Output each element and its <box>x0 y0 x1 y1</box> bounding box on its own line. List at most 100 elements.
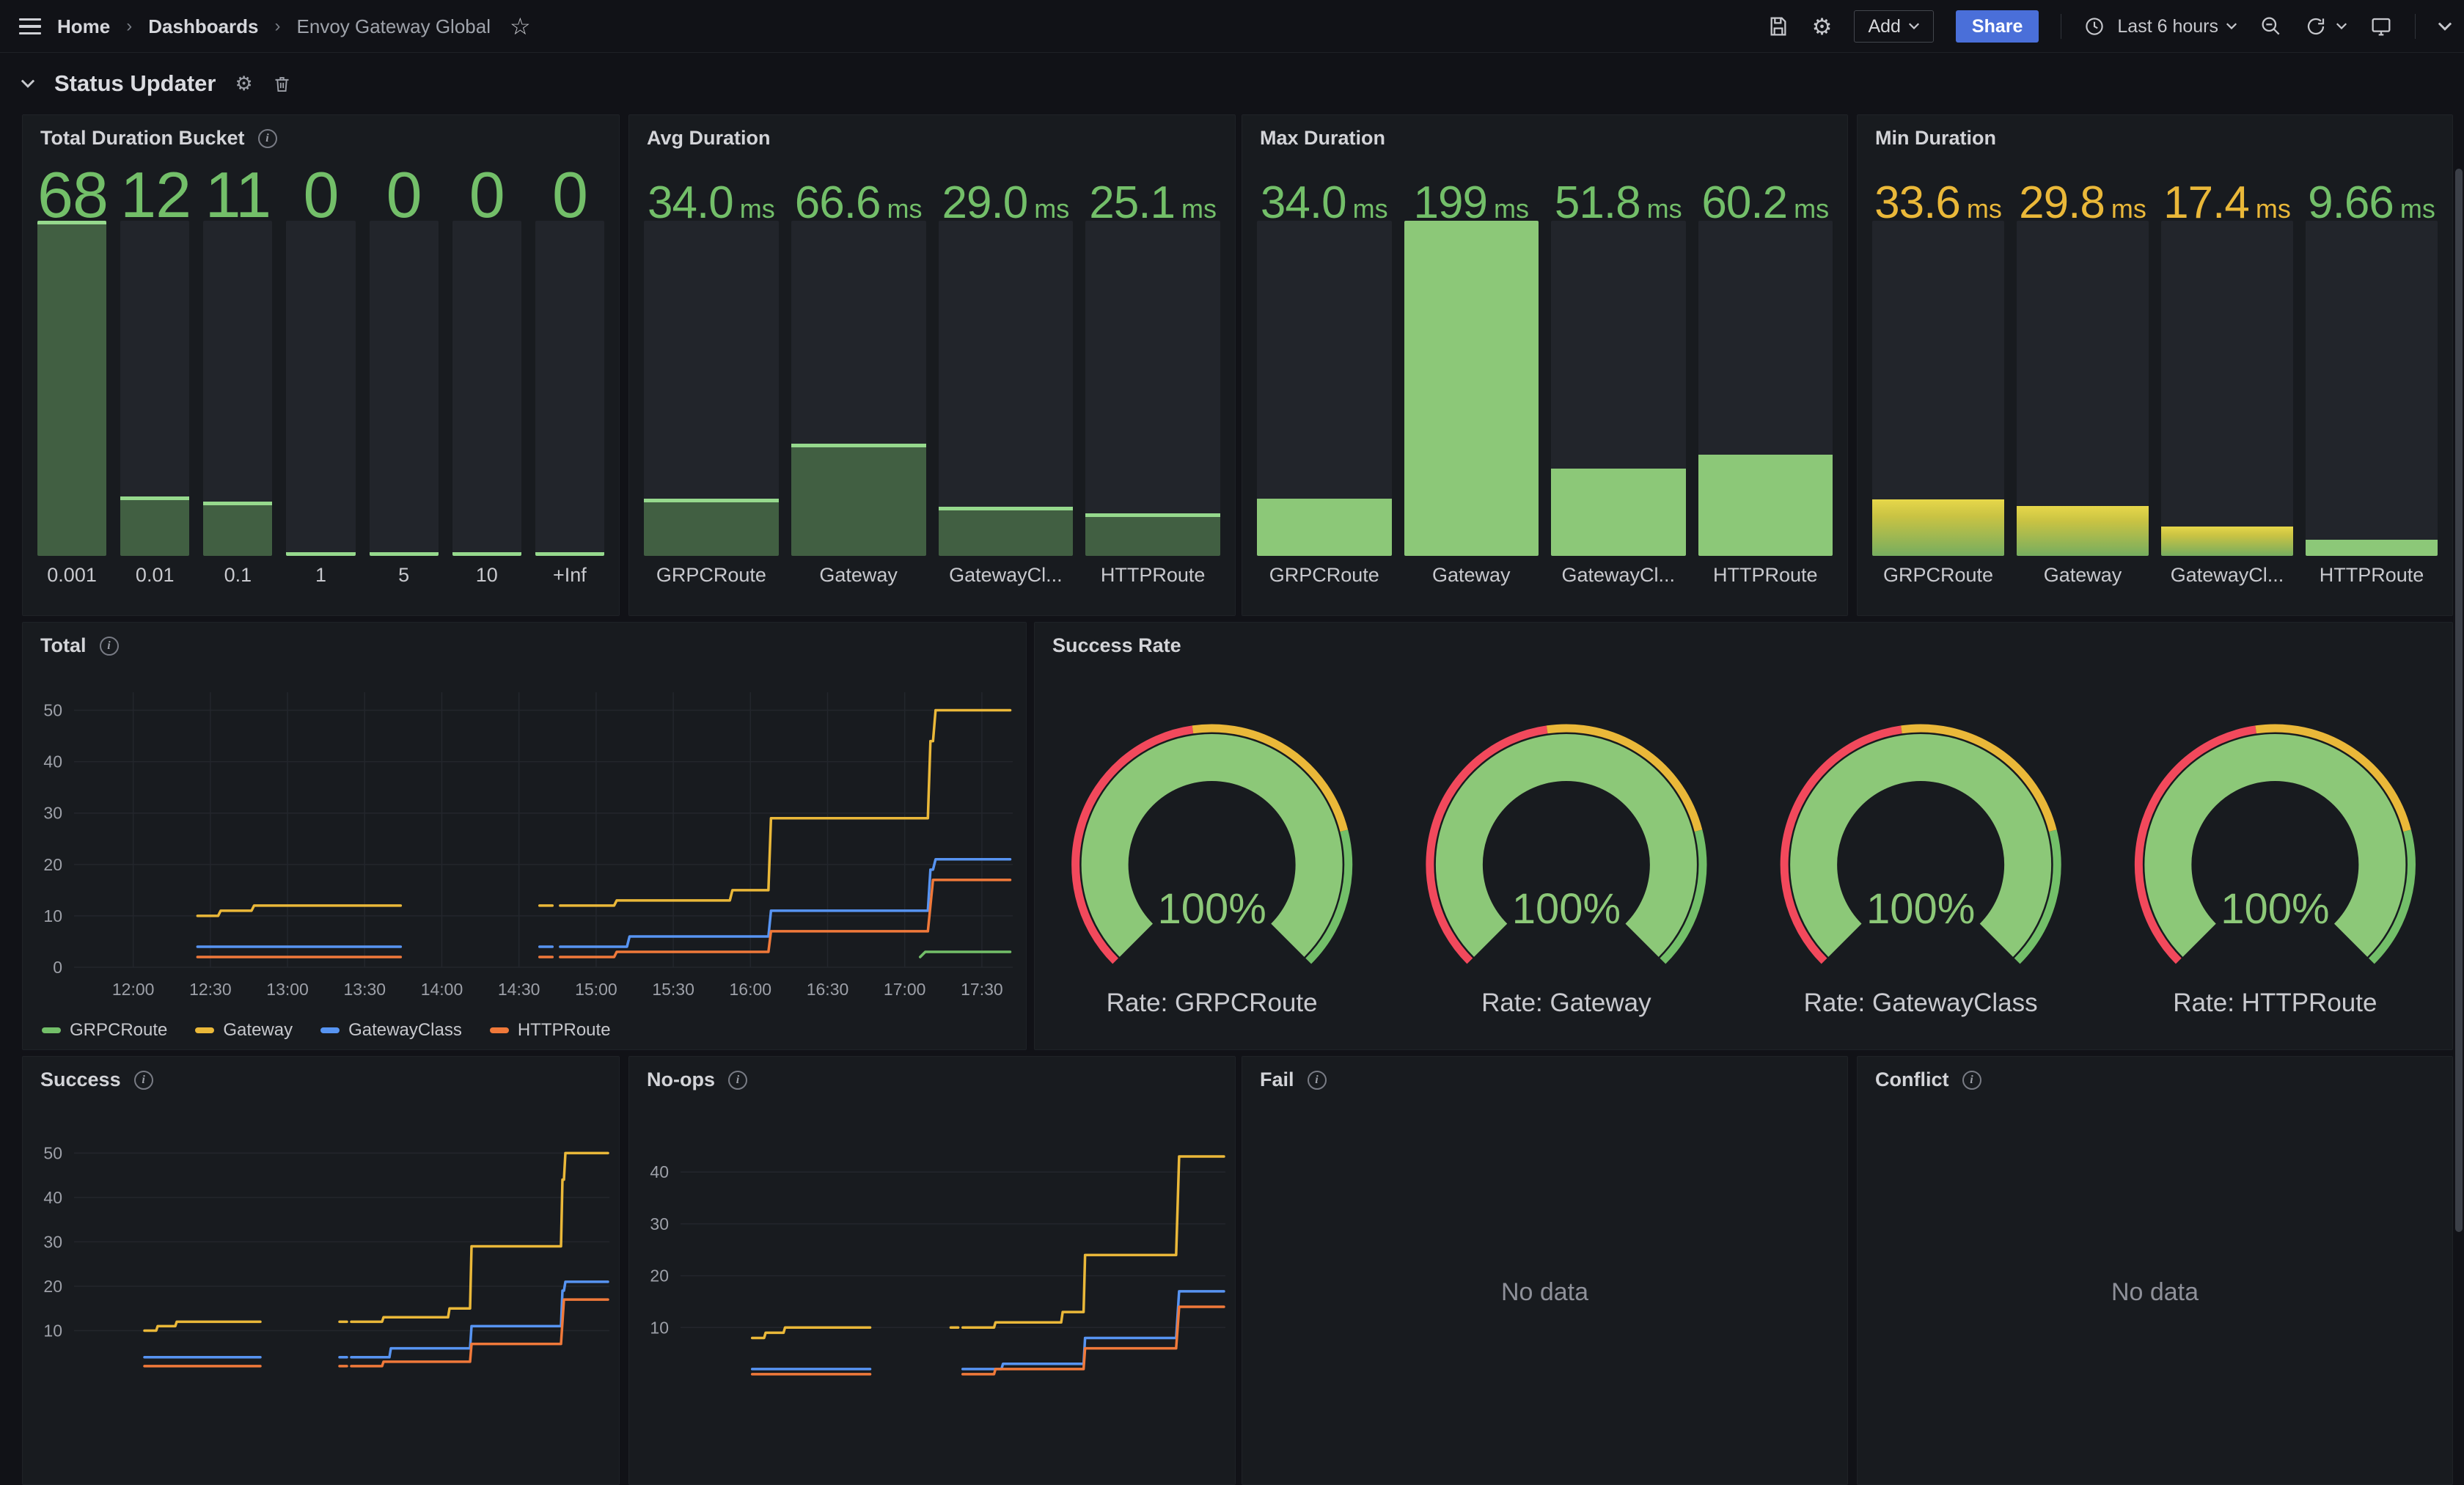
info-icon[interactable]: i <box>1962 1071 1981 1090</box>
chart-legend: GRPCRoute Gateway GatewayClass HTTPRoute <box>42 1020 611 1041</box>
svg-text:100%: 100% <box>1866 885 1975 933</box>
bar-gauge-bar <box>535 221 604 556</box>
panel-title[interactable]: Total Duration Bucket <box>40 127 245 150</box>
dashboard-settings-icon[interactable]: ⚙ <box>1812 15 1833 38</box>
svg-text:50: 50 <box>43 701 62 720</box>
chart-svg: 10203040 <box>629 1057 1235 1484</box>
tv-mode-icon[interactable] <box>2369 15 2393 38</box>
info-icon[interactable]: i <box>100 637 119 656</box>
bar-gauge-label: GatewayCl... <box>2155 564 2299 587</box>
panel-title[interactable]: Success Rate <box>1052 634 1181 657</box>
panel-title[interactable]: Total <box>40 634 87 657</box>
svg-text:13:30: 13:30 <box>343 980 386 999</box>
bar-gauge-label: Gateway <box>2011 564 2155 587</box>
panel-success: Success i 1020304050 <box>22 1056 620 1485</box>
zoom-out-icon[interactable] <box>2259 15 2283 38</box>
svg-text:14:00: 14:00 <box>421 980 463 999</box>
breadcrumb-dashboards[interactable]: Dashboards <box>148 15 258 38</box>
bar-gauge-label: GatewayCl... <box>1545 564 1692 587</box>
svg-text:15:30: 15:30 <box>652 980 694 999</box>
toolbar: ⚙ Add Share Last 6 hours <box>1767 0 2452 53</box>
bar-gauge-label: 5 <box>364 564 444 587</box>
toolbar-chevron-down-icon[interactable] <box>2438 22 2452 32</box>
panel-title[interactable]: Success <box>40 1068 121 1091</box>
panel-conflict: Conflict i No data <box>1857 1056 2453 1485</box>
bar-gauge-bar <box>1872 221 2004 556</box>
legend-item[interactable]: GRPCRoute <box>42 1020 167 1041</box>
favorite-star-icon[interactable]: ☆ <box>510 12 531 40</box>
save-icon[interactable] <box>1767 15 1790 38</box>
bar-gauge-bar <box>370 221 439 556</box>
panel-title[interactable]: Avg Duration <box>647 127 771 150</box>
svg-text:17:30: 17:30 <box>961 980 1003 999</box>
share-button[interactable]: Share <box>1956 10 2039 43</box>
svg-text:Rate: HTTPRoute: Rate: HTTPRoute <box>2173 989 2377 1017</box>
row-title[interactable]: Status Updater <box>54 70 216 97</box>
info-icon[interactable]: i <box>1308 1071 1327 1090</box>
chart-svg: 0102030405012:0012:3013:0013:3014:0014:3… <box>23 623 1026 1049</box>
panel-title[interactable]: No-ops <box>647 1068 715 1091</box>
svg-text:15:00: 15:00 <box>575 980 617 999</box>
breadcrumb-home[interactable]: Home <box>57 15 110 38</box>
svg-text:30: 30 <box>43 804 62 823</box>
bar-gauge-bar <box>286 221 355 556</box>
panel-max-duration: Max Duration 34.0msGRPCRoute199msGateway… <box>1242 114 1848 616</box>
bar-gauge-bar <box>1085 221 1220 556</box>
svg-text:100%: 100% <box>1512 885 1621 933</box>
bar-gauge-label: 0.01 <box>114 564 195 587</box>
panel-min-duration: Min Duration 33.6msGRPCRoute29.8msGatewa… <box>1857 114 2453 616</box>
row-header-status-updater: Status Updater ⚙ <box>21 60 292 107</box>
bar-gauge-bar <box>791 221 926 556</box>
bar-gauge-bar <box>37 221 106 556</box>
no-data-message: No data <box>1858 1278 2452 1307</box>
svg-text:20: 20 <box>650 1266 669 1286</box>
gauge-svg: 100%Rate: GRPCRoute100%Rate: Gateway100%… <box>1035 623 2452 1049</box>
refresh-control[interactable] <box>2305 15 2347 37</box>
time-range-picker[interactable]: Last 6 hours <box>2083 15 2237 37</box>
bar-gauge-chart: 33.6msGRPCRoute29.8msGateway17.4msGatewa… <box>1858 115 2452 615</box>
legend-item[interactable]: Gateway <box>195 1020 293 1041</box>
svg-text:0: 0 <box>53 958 62 977</box>
svg-text:30: 30 <box>43 1232 62 1251</box>
row-delete-icon[interactable] <box>272 74 292 94</box>
svg-text:12:30: 12:30 <box>189 980 232 999</box>
add-button[interactable]: Add <box>1854 10 1933 43</box>
bar-gauge-chart: 680.001120.01110.101050100+Inf <box>23 115 619 615</box>
time-series-chart: 10203040 <box>629 1057 1235 1484</box>
bar-gauge-label: HTTPRoute <box>2300 564 2443 587</box>
svg-text:17:00: 17:00 <box>884 980 926 999</box>
panel-title[interactable]: Max Duration <box>1260 127 1385 150</box>
row-collapse-chevron-icon[interactable] <box>21 79 35 89</box>
info-icon[interactable]: i <box>258 129 277 148</box>
breadcrumb: Home › Dashboards › Envoy Gateway Global… <box>19 0 531 53</box>
info-icon[interactable]: i <box>134 1071 153 1090</box>
bar-gauge-label: HTTPRoute <box>1693 564 1839 587</box>
bar-gauge-label: GRPCRoute <box>1866 564 2010 587</box>
panel-title[interactable]: Fail <box>1260 1068 1294 1091</box>
svg-text:20: 20 <box>43 1277 62 1296</box>
panel-title[interactable]: Min Duration <box>1875 127 1996 150</box>
bar-gauge-bar <box>2306 221 2438 556</box>
bar-gauge-label: +Inf <box>529 564 610 587</box>
legend-item[interactable]: HTTPRoute <box>490 1020 611 1041</box>
row-settings-icon[interactable]: ⚙ <box>235 74 252 94</box>
svg-text:50: 50 <box>43 1143 62 1162</box>
bar-gauge-label: Gateway <box>785 564 932 587</box>
panel-title[interactable]: Conflict <box>1875 1068 1949 1091</box>
page-scrollbar[interactable] <box>2455 169 2463 1232</box>
bar-gauge-label: HTTPRoute <box>1079 564 1226 587</box>
bar-gauge-bar <box>939 221 1074 556</box>
menu-icon[interactable] <box>19 18 41 35</box>
svg-text:Rate: GRPCRoute: Rate: GRPCRoute <box>1107 989 1318 1017</box>
svg-text:100%: 100% <box>1157 885 1266 933</box>
svg-text:100%: 100% <box>2221 885 2329 933</box>
legend-item[interactable]: GatewayClass <box>320 1020 462 1041</box>
bar-gauge-label: 10 <box>447 564 527 587</box>
panel-total: Total i 0102030405012:0012:3013:0013:301… <box>22 622 1027 1050</box>
panel-avg-duration: Avg Duration 34.0msGRPCRoute66.6msGatewa… <box>628 114 1236 616</box>
bar-gauge-label: 0.1 <box>197 564 278 587</box>
svg-text:10: 10 <box>43 1321 62 1340</box>
info-icon[interactable]: i <box>728 1071 747 1090</box>
breadcrumb-separator: › <box>126 16 132 37</box>
bar-gauge-label: 1 <box>280 564 361 587</box>
